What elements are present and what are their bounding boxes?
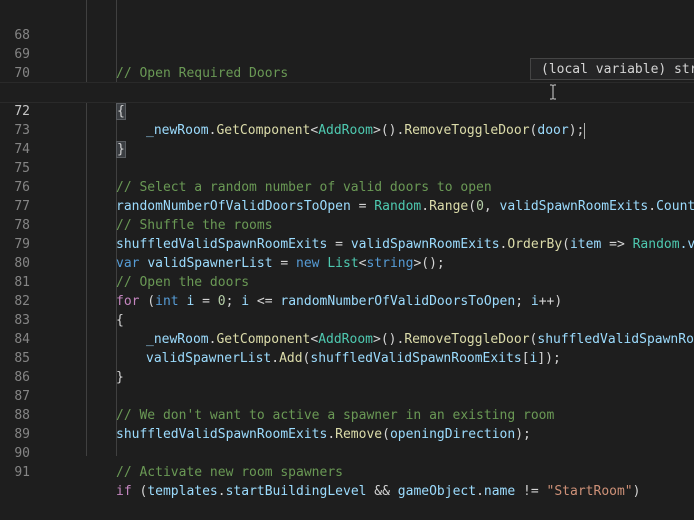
identifier[interactable]: startBuildingLevel — [226, 484, 367, 499]
code-line[interactable]: 82 { — [0, 273, 694, 328]
code-line[interactable]: 77 // Shuffle the rooms — [0, 178, 694, 233]
code-line[interactable]: 91 if (templates.startBuildingLevel && g… — [0, 444, 694, 499]
operator: && — [366, 484, 398, 499]
code-line[interactable]: 90 // Activate new room spawners — [0, 425, 694, 480]
code-line[interactable]: 79 var validSpawnerList = new List<strin… — [0, 216, 694, 271]
code-line[interactable]: 80 // Open the doors — [0, 235, 694, 290]
code-line[interactable]: 87 // We don't want to active a spawner … — [0, 368, 694, 423]
string-literal: "StartRoom" — [546, 484, 633, 499]
identifier[interactable]: templates — [147, 484, 217, 499]
code-line[interactable]: 75 // Select a random number of valid do… — [0, 140, 694, 195]
identifier[interactable]: name — [484, 484, 515, 499]
code-line[interactable]: 76 randomNumberOfValidDoorsToOpen = Rand… — [0, 159, 694, 214]
code-line[interactable]: 86 — [0, 349, 694, 385]
code-line[interactable]: 73 } — [0, 102, 694, 158]
code-line[interactable]: 68 — [0, 7, 694, 43]
code-line[interactable]: 81 for (int i = 0; i <= randomNumberOfVa… — [0, 254, 694, 309]
current-code-line[interactable]: 72 _newRoom.GetComponent<AddRoom>().Remo… — [0, 82, 694, 139]
code-line[interactable]: 83 _newRoom.GetComponent<AddRoom>().Remo… — [0, 292, 694, 347]
keyword-if: if — [116, 484, 132, 499]
code-line[interactable]: 69 // Open Required Doors — [0, 26, 694, 81]
punctuation: . — [217, 484, 226, 499]
text-cursor-icon — [550, 84, 556, 100]
code-line[interactable]: 85 } — [0, 330, 694, 385]
code-line[interactable]: 78 shuffledValidSpawnRoomExits = validSp… — [0, 197, 694, 252]
code-line[interactable]: 74 — [0, 121, 694, 157]
code-editor[interactable]: 68 69 // Open Required Doors 70 foreach … — [0, 0, 694, 499]
identifier[interactable]: gameObject — [398, 484, 476, 499]
comment: // Activate new room spawners — [116, 465, 343, 480]
punctuation: ) — [632, 484, 641, 499]
code-line[interactable]: 84 validSpawnerList.Add(shuffledValidSpa… — [0, 311, 694, 366]
punctuation: . — [476, 484, 484, 499]
operator: != — [515, 484, 547, 499]
line-number: 91 — [14, 465, 30, 480]
punctuation: ( — [131, 484, 148, 499]
code-line[interactable]: 89 — [0, 406, 694, 442]
code-line[interactable]: 88 shuffledValidSpawnRoomExits.Remove(op… — [0, 387, 694, 442]
hover-tooltip: (local variable) str — [530, 58, 694, 80]
